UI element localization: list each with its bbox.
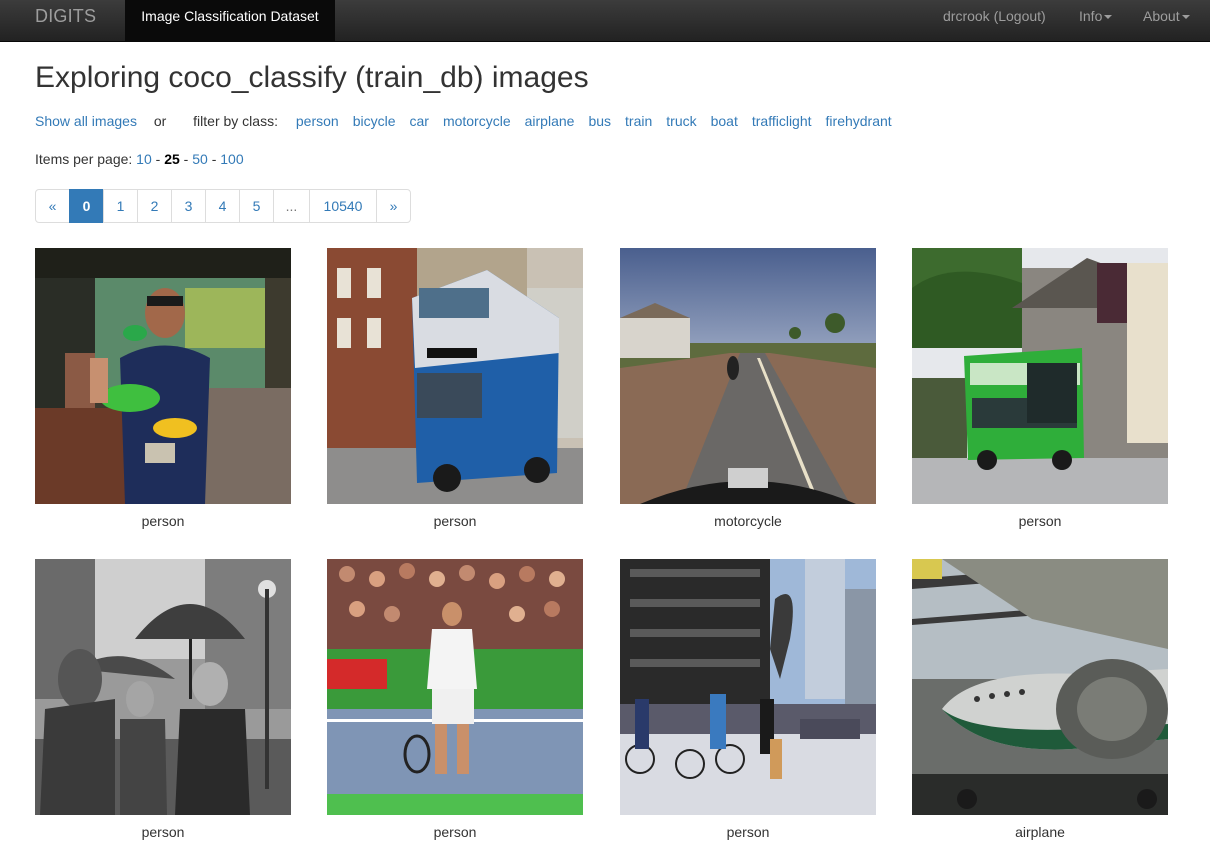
filter-label: filter by class:: [193, 113, 278, 129]
image-label: motorcycle: [714, 513, 782, 529]
class-filter-motorcycle[interactable]: motorcycle: [443, 113, 511, 129]
class-filter-bus[interactable]: bus: [588, 113, 611, 129]
image-thumbnail[interactable]: [327, 248, 583, 504]
pagination: «0 1 2 3 4 5... 10540»: [35, 189, 411, 223]
image-thumbnail[interactable]: [620, 248, 876, 504]
page-0-button[interactable]: 0: [69, 189, 104, 223]
page-5-button[interactable]: 5: [239, 189, 274, 223]
class-filter-firehydrant[interactable]: firehydrant: [826, 113, 892, 129]
image-thumbnail[interactable]: [912, 248, 1168, 504]
class-filter-train[interactable]: train: [625, 113, 652, 129]
user-logout-link[interactable]: drcrook (Logout): [943, 0, 1046, 41]
items-per-page-10[interactable]: 10: [136, 151, 152, 167]
class-filter-bicycle[interactable]: bicycle: [353, 113, 396, 129]
page-4-button[interactable]: 4: [205, 189, 240, 223]
page-3-button[interactable]: 3: [171, 189, 206, 223]
image-thumbnail[interactable]: [35, 559, 291, 815]
image-label: person: [726, 824, 770, 840]
separator: -: [207, 151, 221, 167]
class-filter-person[interactable]: person: [296, 113, 339, 129]
class-filter-airplane[interactable]: airplane: [525, 113, 575, 129]
image-label: person: [433, 824, 477, 840]
image-label: person: [433, 513, 477, 529]
separator: -: [179, 151, 193, 167]
separator: -: [151, 151, 165, 167]
class-filter-boat[interactable]: boat: [711, 113, 738, 129]
caret-down-icon: [1104, 15, 1113, 20]
page-title: Exploring coco_classify (train_db) image…: [35, 61, 589, 94]
photo-tennis-player: [327, 559, 583, 815]
photo-umbrellas-rain: [35, 559, 291, 815]
image-thumbnail[interactable]: [327, 559, 583, 815]
photo-cyclists-plaza: [620, 559, 876, 815]
photo-blue-bus: [327, 248, 583, 504]
items-per-page-100[interactable]: 100: [220, 151, 243, 167]
image-thumbnail[interactable]: [912, 559, 1168, 815]
about-menu[interactable]: About: [1143, 0, 1190, 41]
pagination-prev-button[interactable]: «: [35, 189, 70, 223]
pagination-ellipsis: ...: [273, 189, 310, 223]
photo-green-bus: [912, 248, 1168, 504]
about-menu-label: About: [1143, 8, 1180, 24]
page-10540-button[interactable]: 10540: [309, 189, 377, 223]
photo-airplane-hangar: [912, 559, 1168, 815]
class-filter-links: person bicycle car motorcycle airplane bus tra…: [282, 113, 892, 129]
show-all-images-link[interactable]: Show all images: [35, 113, 137, 129]
class-filter-bar: Show all images or filter by class: pers…: [35, 112, 892, 130]
page-1-button[interactable]: 1: [103, 189, 138, 223]
nav-tab-dataset[interactable]: Image Classification Dataset: [125, 0, 335, 41]
items-per-page-50[interactable]: 50: [192, 151, 208, 167]
items-per-page-selected: 25: [164, 151, 180, 167]
class-filter-truck[interactable]: truck: [666, 113, 696, 129]
items-per-page-label: Items per page:: [35, 151, 133, 167]
photo-man-with-parrots: [35, 248, 291, 504]
class-filter-car[interactable]: car: [409, 113, 428, 129]
or-text: or: [153, 113, 167, 129]
info-menu-label: Info: [1079, 8, 1103, 24]
class-filter-trafficlight[interactable]: trafficlight: [752, 113, 812, 129]
page-2-button[interactable]: 2: [137, 189, 172, 223]
image-thumbnail[interactable]: [620, 559, 876, 815]
image-label: person: [141, 513, 185, 529]
image-label: person: [141, 824, 185, 840]
items-per-page-options: 10 - 25 - 50 - 100: [136, 151, 243, 167]
caret-down-icon: [1181, 15, 1190, 20]
image-label: airplane: [1015, 824, 1065, 840]
image-label: person: [1018, 513, 1062, 529]
pagination-next-button[interactable]: »: [376, 189, 411, 223]
image-thumbnail[interactable]: [35, 248, 291, 504]
photo-road-motorcycle: [620, 248, 876, 504]
info-menu[interactable]: Info: [1079, 0, 1113, 41]
top-navbar: DIGITS Image Classification Dataset drcr…: [0, 0, 1210, 42]
brand-logo[interactable]: DIGITS: [35, 0, 96, 41]
items-per-page: Items per page: 10 - 25 - 50 - 100: [35, 150, 244, 168]
